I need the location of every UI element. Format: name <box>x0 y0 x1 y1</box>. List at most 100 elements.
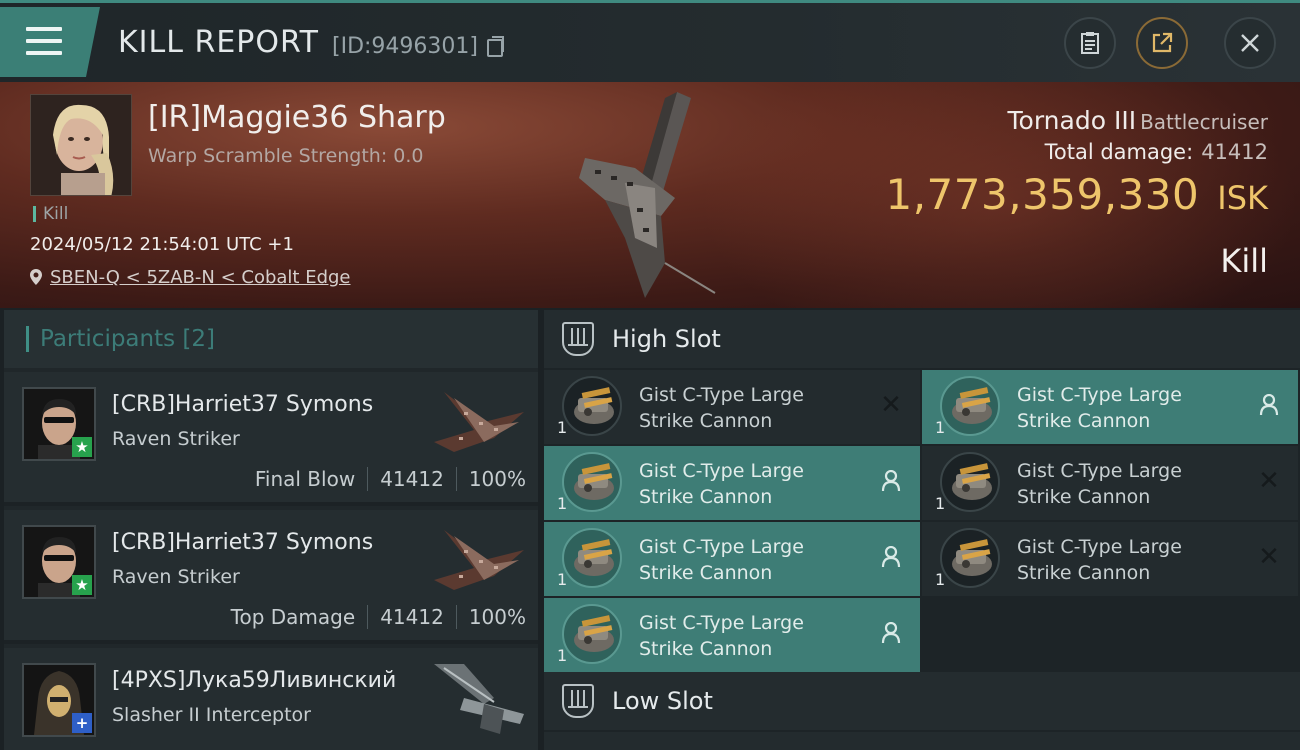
strike-cannon-icon <box>574 539 614 576</box>
module-name-line2: Strike Cannon <box>1017 486 1151 508</box>
victim-banner: [IR]Maggie36 Sharp Warp Scramble Strengt… <box>0 82 1300 308</box>
module-name-line1: Gist C-Type Large <box>1017 460 1182 482</box>
module-quantity: 1 <box>935 418 946 437</box>
clipboard-button[interactable] <box>1064 17 1116 69</box>
kill-datetime: 2024/05/12 21:54:01 UTC +1 <box>30 234 294 255</box>
low-slot-icon <box>562 684 594 718</box>
low-slot-header[interactable]: Low Slot <box>544 672 1300 730</box>
ship-class: Battlecruiser <box>1140 110 1268 134</box>
module-quantity: 1 <box>935 494 946 513</box>
participant-name[interactable]: [4PXS]Лука59Ливинский <box>112 668 396 693</box>
dropped-person-icon <box>880 621 902 646</box>
strike-cannon-icon <box>574 463 614 500</box>
module-item[interactable]: 1 Gist C-Type Large Strike Cannon <box>922 370 1298 444</box>
module-name: Gist C-Type Large Strike Cannon <box>1017 534 1237 586</box>
module-item[interactable]: 1 Gist C-Type Large Strike Cannon ✕ <box>922 446 1298 520</box>
menu-icon <box>26 27 62 55</box>
module-quantity: 1 <box>935 570 946 589</box>
kill-result: Kill <box>1220 242 1268 280</box>
participant-row[interactable]: ★ [CRB]Harriet37 Symons Raven Striker Fi… <box>4 372 538 506</box>
participant-stats: Final Blow 41412 100% <box>255 467 526 491</box>
module-quantity: 1 <box>557 494 568 513</box>
participant-damage: 41412 <box>380 467 444 491</box>
module-item[interactable]: 1 Gist C-Type Large Strike Cannon ✕ <box>544 370 920 444</box>
close-button[interactable] <box>1224 17 1276 69</box>
low-slot-row-partial <box>544 732 1300 750</box>
victim-ship-name: Tornado III Battlecruiser <box>1008 106 1268 135</box>
module-icon <box>562 376 622 436</box>
participants-header[interactable]: Participants [2] <box>4 310 538 368</box>
location-pin-icon <box>30 269 42 285</box>
participant-ship-image[interactable] <box>424 658 534 738</box>
participant-name[interactable]: [CRB]Harriet37 Symons <box>112 530 373 555</box>
divider <box>455 467 457 491</box>
copy-icon[interactable] <box>487 36 504 57</box>
participant-stats: Top Damage 41412 100% <box>231 605 526 629</box>
corp-badge: + <box>72 713 92 733</box>
module-name-line1: Gist C-Type Large <box>1017 536 1182 558</box>
module-name-line1: Gist C-Type Large <box>639 384 804 406</box>
participant-ship: Slasher II Interceptor <box>112 704 311 726</box>
module-name: Gist C-Type Large Strike Cannon <box>639 534 859 586</box>
participant-ship-image[interactable] <box>424 382 534 462</box>
module-icon <box>562 528 622 588</box>
warp-scramble-strength: Warp Scramble Strength: 0.0 <box>148 145 424 167</box>
total-damage: Total damage: 41412 <box>1045 140 1268 164</box>
module-name: Gist C-Type Large Strike Cannon <box>639 458 859 510</box>
strike-cannon-icon <box>574 387 614 424</box>
total-damage-label: Total damage: <box>1044 140 1194 164</box>
person-icon <box>881 621 901 644</box>
divider <box>367 467 369 491</box>
participants-panel: Participants [2] ★ [CRB]Harriet37 Symons… <box>4 310 538 750</box>
menu-button[interactable] <box>0 7 100 77</box>
participant-name[interactable]: [CRB]Harriet37 Symons <box>112 392 373 417</box>
dropped-person-icon <box>1258 393 1280 418</box>
victim-ship-image[interactable] <box>565 88 735 298</box>
participant-role: Top Damage <box>230 605 356 629</box>
module-name-line1: Gist C-Type Large <box>639 460 804 482</box>
module-name-line2: Strike Cannon <box>1017 410 1151 432</box>
module-name-line2: Strike Cannon <box>639 486 773 508</box>
module-item[interactable]: 1 Gist C-Type Large Strike Cannon ✕ <box>922 522 1298 596</box>
victim-portrait[interactable] <box>30 94 132 196</box>
location-row: SBEN-Q < 5ZAB-N < Cobalt Edge <box>30 267 351 288</box>
module-item[interactable]: 1 Gist C-Type Large Strike Cannon <box>544 446 920 520</box>
module-item[interactable]: 1 Gist C-Type Large Strike Cannon <box>544 522 920 596</box>
module-icon <box>562 604 622 664</box>
module-name-line2: Strike Cannon <box>639 638 773 660</box>
destroyed-x-icon: ✕ <box>880 390 902 420</box>
location-link[interactable]: SBEN-Q < 5ZAB-N < Cobalt Edge <box>50 267 351 288</box>
module-item[interactable]: 1 Gist C-Type Large Strike Cannon <box>544 598 920 672</box>
participant-avatar[interactable]: ★ <box>22 525 96 599</box>
report-id: [ID:9496301] <box>332 34 478 59</box>
victim-name[interactable]: [IR]Maggie36 Sharp <box>148 100 446 135</box>
module-icon <box>940 528 1000 588</box>
participant-avatar[interactable]: + <box>22 663 96 737</box>
high-slot-icon <box>562 322 594 356</box>
module-quantity: 1 <box>557 646 568 665</box>
module-name: Gist C-Type Large Strike Cannon <box>1017 458 1237 510</box>
module-name-line1: Gist C-Type Large <box>639 612 804 634</box>
participant-avatar[interactable]: ★ <box>22 387 96 461</box>
participants-title: Participants [2] <box>40 326 215 352</box>
share-button[interactable] <box>1136 17 1188 69</box>
divider <box>455 605 457 629</box>
high-slot-header[interactable]: High Slot <box>544 310 1300 368</box>
destroyed-x-icon: ✕ <box>1258 466 1280 496</box>
strike-cannon-icon <box>952 387 992 424</box>
participant-row[interactable]: + [4PXS]Лука59Ливинский Slasher II Inter… <box>4 648 538 750</box>
module-name: Gist C-Type Large Strike Cannon <box>639 382 859 434</box>
person-icon <box>881 545 901 568</box>
module-name-line2: Strike Cannon <box>639 562 773 584</box>
strike-cannon-icon <box>952 539 992 576</box>
person-icon <box>1259 393 1279 416</box>
module-name-line1: Gist C-Type Large <box>1017 384 1182 406</box>
participant-ship-image[interactable] <box>424 520 534 600</box>
corp-badge: ★ <box>72 437 92 457</box>
participant-damage: 41412 <box>380 605 444 629</box>
participant-row[interactable]: ★ [CRB]Harriet37 Symons Raven Striker To… <box>4 510 538 644</box>
participant-ship: Raven Striker <box>112 428 240 450</box>
top-bar: KILL REPORT [ID:9496301] <box>0 0 1300 82</box>
destroyed-x-icon: ✕ <box>1258 542 1280 572</box>
divider <box>367 605 369 629</box>
